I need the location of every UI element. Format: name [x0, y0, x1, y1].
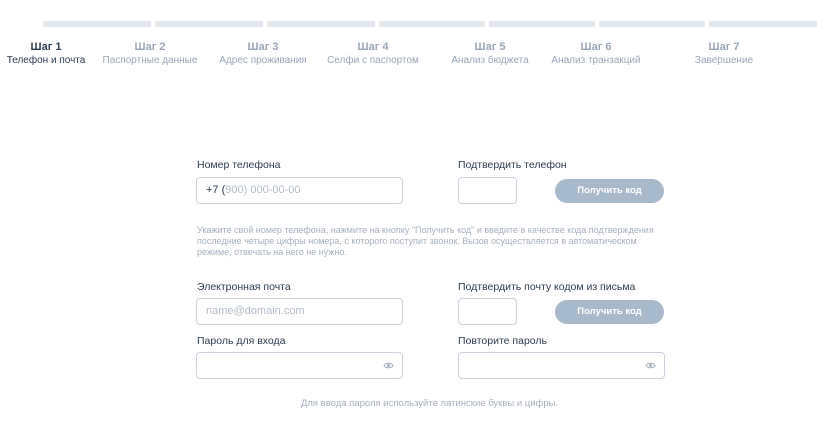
step-number: Шаг 7	[708, 41, 740, 53]
phone-code-input[interactable]	[458, 177, 517, 204]
step-label: Анализ транзакций	[551, 55, 641, 66]
step-3[interactable]: Шаг 3 Адрес проживания	[216, 40, 310, 67]
step-number: Шаг 6	[580, 41, 612, 53]
step-number: Шаг 2	[134, 41, 166, 53]
step-bar-6	[599, 21, 705, 27]
step-2[interactable]: Шаг 2 Паспортные данные	[101, 40, 199, 67]
phone-prefix: +7 (	[206, 184, 226, 196]
step-5[interactable]: Шаг 5 Анализ бюджета	[447, 40, 533, 67]
step-number: Шаг 4	[357, 41, 389, 53]
progress-steps: Шаг 1 Телефон и почта Шаг 2 Паспортные д…	[0, 0, 825, 80]
email-placeholder: name@domain.com	[206, 305, 305, 317]
get-phone-code-button[interactable]: Получить код	[555, 179, 664, 203]
step-bar-2	[155, 21, 263, 27]
step-bar-3	[267, 21, 375, 27]
step-label: Паспортные данные	[102, 55, 198, 66]
phone-input[interactable]: +7 (900) 000-00-00	[196, 177, 403, 204]
step-label: Анализ бюджета	[451, 55, 529, 66]
password-hint: Для ввода пароля используйте латинские б…	[300, 398, 559, 409]
phone-label: Номер телефона	[197, 159, 281, 171]
step-1[interactable]: Шаг 1 Телефон и почта	[4, 40, 88, 67]
step-number: Шаг 3	[247, 41, 279, 53]
step-label: Телефон и почта	[6, 55, 86, 66]
password-label: Пароль для входа	[197, 335, 286, 347]
eye-icon[interactable]	[383, 361, 394, 370]
confirm-email-label: Подтвердить почту кодом из письма	[458, 281, 636, 293]
step-label: Адрес проживания	[219, 55, 307, 66]
phone-placeholder: 900) 000-00-00	[225, 184, 301, 196]
eye-icon[interactable]	[645, 361, 656, 370]
phone-hint: Укажите свой номер телефона, нажмите на …	[197, 225, 654, 257]
repeat-password-label: Повторите пароль	[458, 335, 547, 347]
email-label: Электронная почта	[197, 281, 291, 293]
step-bar-5	[489, 21, 595, 27]
step-label: Завершение	[694, 55, 754, 66]
step-number: Шаг 1	[30, 41, 62, 53]
step-7[interactable]: Шаг 7 Завершение	[688, 40, 760, 67]
step-bar-4	[379, 21, 485, 27]
password-input[interactable]	[196, 352, 403, 379]
repeat-password-input[interactable]	[458, 352, 665, 379]
step-bar-1	[43, 21, 151, 27]
get-email-code-button[interactable]: Получить код	[555, 300, 664, 324]
email-code-input[interactable]	[458, 298, 517, 325]
step-label: Селфи с паспортом	[327, 55, 419, 66]
email-input[interactable]: name@domain.com	[196, 298, 403, 325]
step-bar-7	[709, 21, 817, 27]
step-6[interactable]: Шаг 6 Анализ транзакций	[546, 40, 646, 67]
step-4[interactable]: Шаг 4 Селфи с паспортом	[323, 40, 423, 67]
confirm-phone-label: Подтвердить телефон	[458, 159, 567, 171]
step-number: Шаг 5	[474, 41, 506, 53]
